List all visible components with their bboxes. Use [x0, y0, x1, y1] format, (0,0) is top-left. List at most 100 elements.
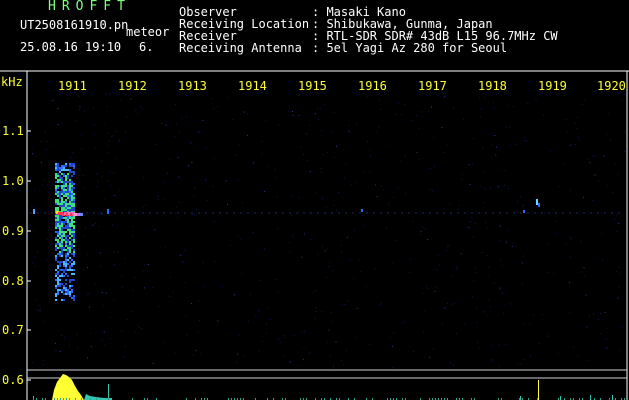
- noise-dot: [154, 229, 156, 231]
- echo-pixel: [65, 237, 67, 239]
- echo-pixel: [67, 251, 69, 253]
- echo-pixel: [59, 253, 61, 255]
- noise-dot: [435, 286, 437, 288]
- echo-pixel: [71, 259, 73, 261]
- noise-dot: [124, 258, 126, 260]
- noise-dot: [368, 149, 370, 151]
- echo-pixel: [69, 171, 71, 173]
- noise-dot: [315, 307, 317, 309]
- noise-dot: [124, 345, 126, 347]
- echo-pixel: [61, 299, 63, 301]
- noise-dot: [446, 249, 447, 251]
- noise-dot: [101, 176, 103, 178]
- app-title: HROFFT: [48, 0, 131, 14]
- echo-pixel: [63, 217, 65, 219]
- noise-dot: [134, 331, 136, 333]
- noise-dot: [315, 289, 317, 291]
- echo-pixel: [59, 179, 61, 181]
- echo-pixel: [71, 201, 73, 203]
- noise-dot: [206, 200, 208, 202]
- noise-dot: [526, 140, 528, 142]
- echo-pixel: [69, 257, 71, 259]
- noise-dot: [401, 322, 403, 324]
- noise-dot: [609, 139, 611, 141]
- echo-core-pixel: [80, 213, 83, 216]
- noise-dot: [261, 340, 263, 342]
- echo-pixel: [55, 185, 57, 187]
- echo-pixel: [69, 189, 71, 191]
- noise-dot: [82, 269, 84, 271]
- noise-dot: [482, 148, 484, 149]
- noise-dot: [168, 295, 170, 297]
- echo-pixel: [59, 247, 61, 249]
- echo-pixel: [69, 281, 71, 283]
- noise-dot: [227, 204, 228, 205]
- noise-dot: [443, 97, 445, 99]
- echo-pixel: [73, 195, 75, 197]
- noise-dot: [290, 361, 291, 363]
- noise-dot: [298, 95, 300, 96]
- noise-dot: [593, 174, 595, 176]
- echo-pixel: [63, 205, 65, 207]
- echo-pixel: [59, 245, 61, 247]
- echo-pixel: [65, 221, 67, 223]
- echo-pixel: [67, 255, 69, 257]
- noise-dot: [364, 172, 366, 174]
- echo-pixel: [59, 201, 61, 203]
- echo-pixel: [73, 269, 75, 271]
- echo-pixel: [67, 241, 69, 243]
- echo-pixel: [69, 195, 71, 197]
- echo-pixel: [65, 183, 67, 185]
- noise-dot: [521, 262, 523, 264]
- echo-pixel: [61, 227, 63, 229]
- noise-dot: [616, 231, 617, 233]
- echo-pixel: [61, 205, 63, 207]
- noise-dot: [80, 135, 82, 137]
- echo-pixel: [57, 187, 59, 189]
- echo-pixel: [57, 235, 59, 237]
- noise-dot: [498, 344, 500, 346]
- noise-dot: [109, 93, 111, 95]
- noise-dot: [210, 98, 212, 100]
- echo-pixel: [61, 165, 63, 167]
- noise-dot: [267, 307, 268, 309]
- noise-dot: [240, 238, 242, 240]
- noise-dot: [203, 285, 205, 287]
- noise-dot: [520, 196, 521, 198]
- echo-pixel: [61, 245, 63, 247]
- noise-dot: [32, 153, 33, 155]
- noise-dot: [363, 225, 365, 227]
- noise-dot: [393, 196, 394, 198]
- echo-pixel: [69, 231, 71, 233]
- histogram-spike: [590, 395, 591, 400]
- echo-pixel: [65, 257, 67, 259]
- noise-dot: [324, 250, 326, 252]
- noise-dot: [86, 293, 88, 295]
- noise-dot: [326, 151, 328, 153]
- noise-dot: [113, 299, 115, 300]
- noise-dot: [112, 135, 114, 137]
- echo-pixel: [67, 259, 69, 261]
- noise-dot: [502, 293, 504, 294]
- echo-pixel: [67, 227, 69, 229]
- noise-dot: [387, 90, 389, 92]
- noise-dot: [532, 314, 534, 316]
- echo-pixel: [65, 263, 67, 265]
- echo-pixel: [69, 197, 71, 199]
- noise-dot: [158, 199, 159, 201]
- noise-dot: [388, 201, 390, 203]
- noise-dot: [321, 130, 323, 132]
- noise-dot: [581, 103, 583, 105]
- noise-dot: [126, 318, 128, 320]
- noise-dot: [174, 136, 176, 138]
- noise-dot: [99, 252, 101, 254]
- time-label-1914: 1914: [238, 79, 267, 93]
- echo-pixel: [71, 189, 73, 191]
- echo-pixel: [63, 221, 65, 223]
- noise-dot: [236, 353, 238, 355]
- echo-pixel: [61, 261, 63, 263]
- noise-dot: [624, 131, 626, 133]
- echo-pixel: [67, 203, 69, 205]
- noise-dot: [587, 158, 589, 160]
- noise-dot: [252, 162, 254, 164]
